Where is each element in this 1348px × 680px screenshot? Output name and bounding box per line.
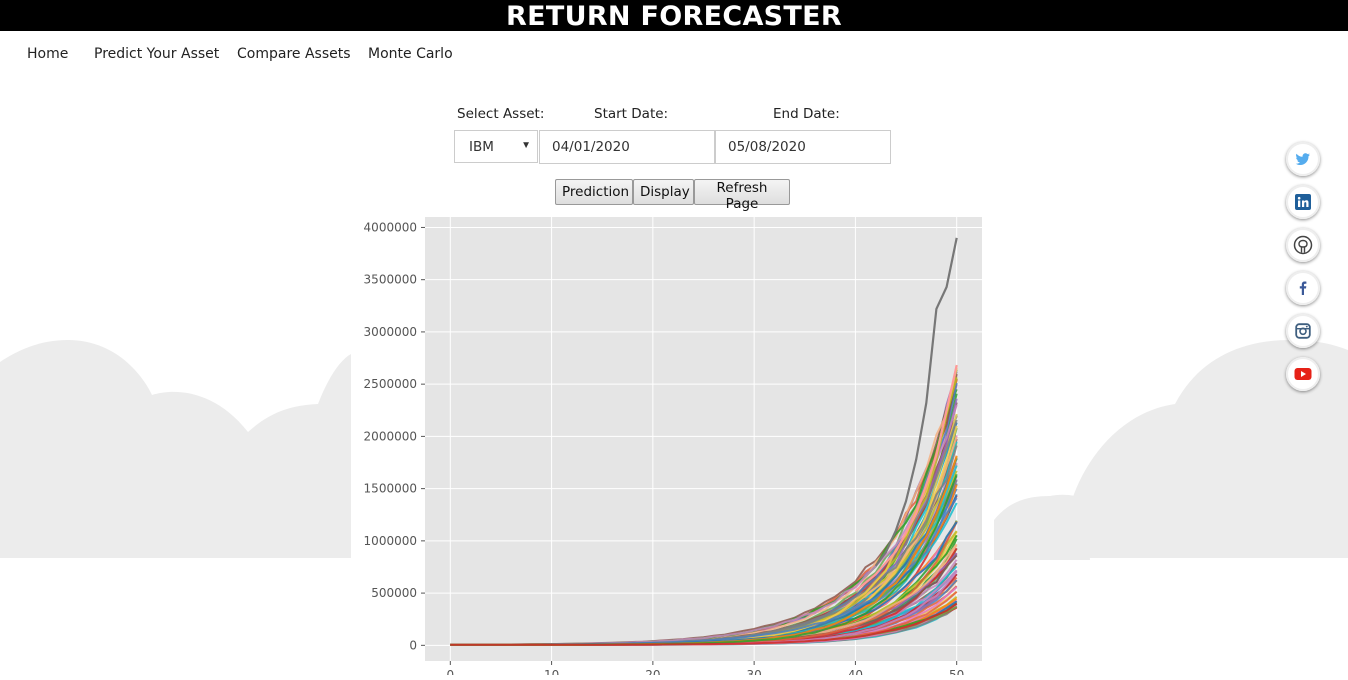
youtube-icon <box>1294 368 1312 380</box>
y-tick-label: 4000000 <box>364 220 417 234</box>
github-icon <box>1293 235 1313 255</box>
youtube-button[interactable] <box>1286 357 1320 391</box>
instagram-icon <box>1295 323 1311 339</box>
x-tick-label: 40 <box>848 668 863 675</box>
y-tick-label: 1000000 <box>364 534 417 548</box>
chart-svg: 0 10 20 30 40 50 0 500000 1000000 1500000 2000000 2… <box>364 217 982 680</box>
start-date-label: Start Date: <box>594 106 669 122</box>
twitter-button[interactable] <box>1286 142 1320 176</box>
prediction-button[interactable]: Prediction <box>555 179 633 205</box>
start-date-input[interactable] <box>539 130 715 164</box>
y-tick-label: 2000000 <box>364 429 417 443</box>
y-tick-label: 1500000 <box>364 482 417 496</box>
y-tick-label: 500000 <box>371 586 417 600</box>
facebook-button[interactable] <box>1286 271 1320 305</box>
asset-select[interactable]: IBM ▼ <box>454 130 538 163</box>
chevron-down-icon: ▼ <box>521 140 531 151</box>
y-tick-label: 3500000 <box>364 273 417 287</box>
monte-carlo-chart: 0 10 20 30 40 50 0 500000 1000000 1500000 2000000 2… <box>351 212 994 680</box>
x-tick-label: 50 <box>949 668 964 675</box>
instagram-button[interactable] <box>1286 314 1320 348</box>
x-tick-label: 30 <box>746 668 761 675</box>
x-tick-label: 20 <box>645 668 660 675</box>
github-button[interactable] <box>1286 228 1320 262</box>
asset-select-value: IBM <box>469 138 494 155</box>
asset-label: Select Asset: <box>457 106 545 122</box>
facebook-icon <box>1299 281 1307 295</box>
twitter-icon <box>1295 153 1310 165</box>
plot-background <box>425 217 982 661</box>
end-date-label: End Date: <box>773 106 840 122</box>
x-tick-label: 0 <box>446 668 454 675</box>
y-tick-label: 3000000 <box>364 325 417 339</box>
linkedin-icon <box>1295 194 1311 210</box>
y-tick-label: 2500000 <box>364 377 417 391</box>
linkedin-button[interactable] <box>1286 185 1320 219</box>
display-button[interactable]: Display <box>633 179 694 205</box>
x-tick-label: 10 <box>544 668 559 675</box>
y-tick-label: 0 <box>409 638 417 652</box>
end-date-input[interactable] <box>715 130 891 164</box>
refresh-page-button[interactable]: Refresh Page <box>694 179 790 212</box>
